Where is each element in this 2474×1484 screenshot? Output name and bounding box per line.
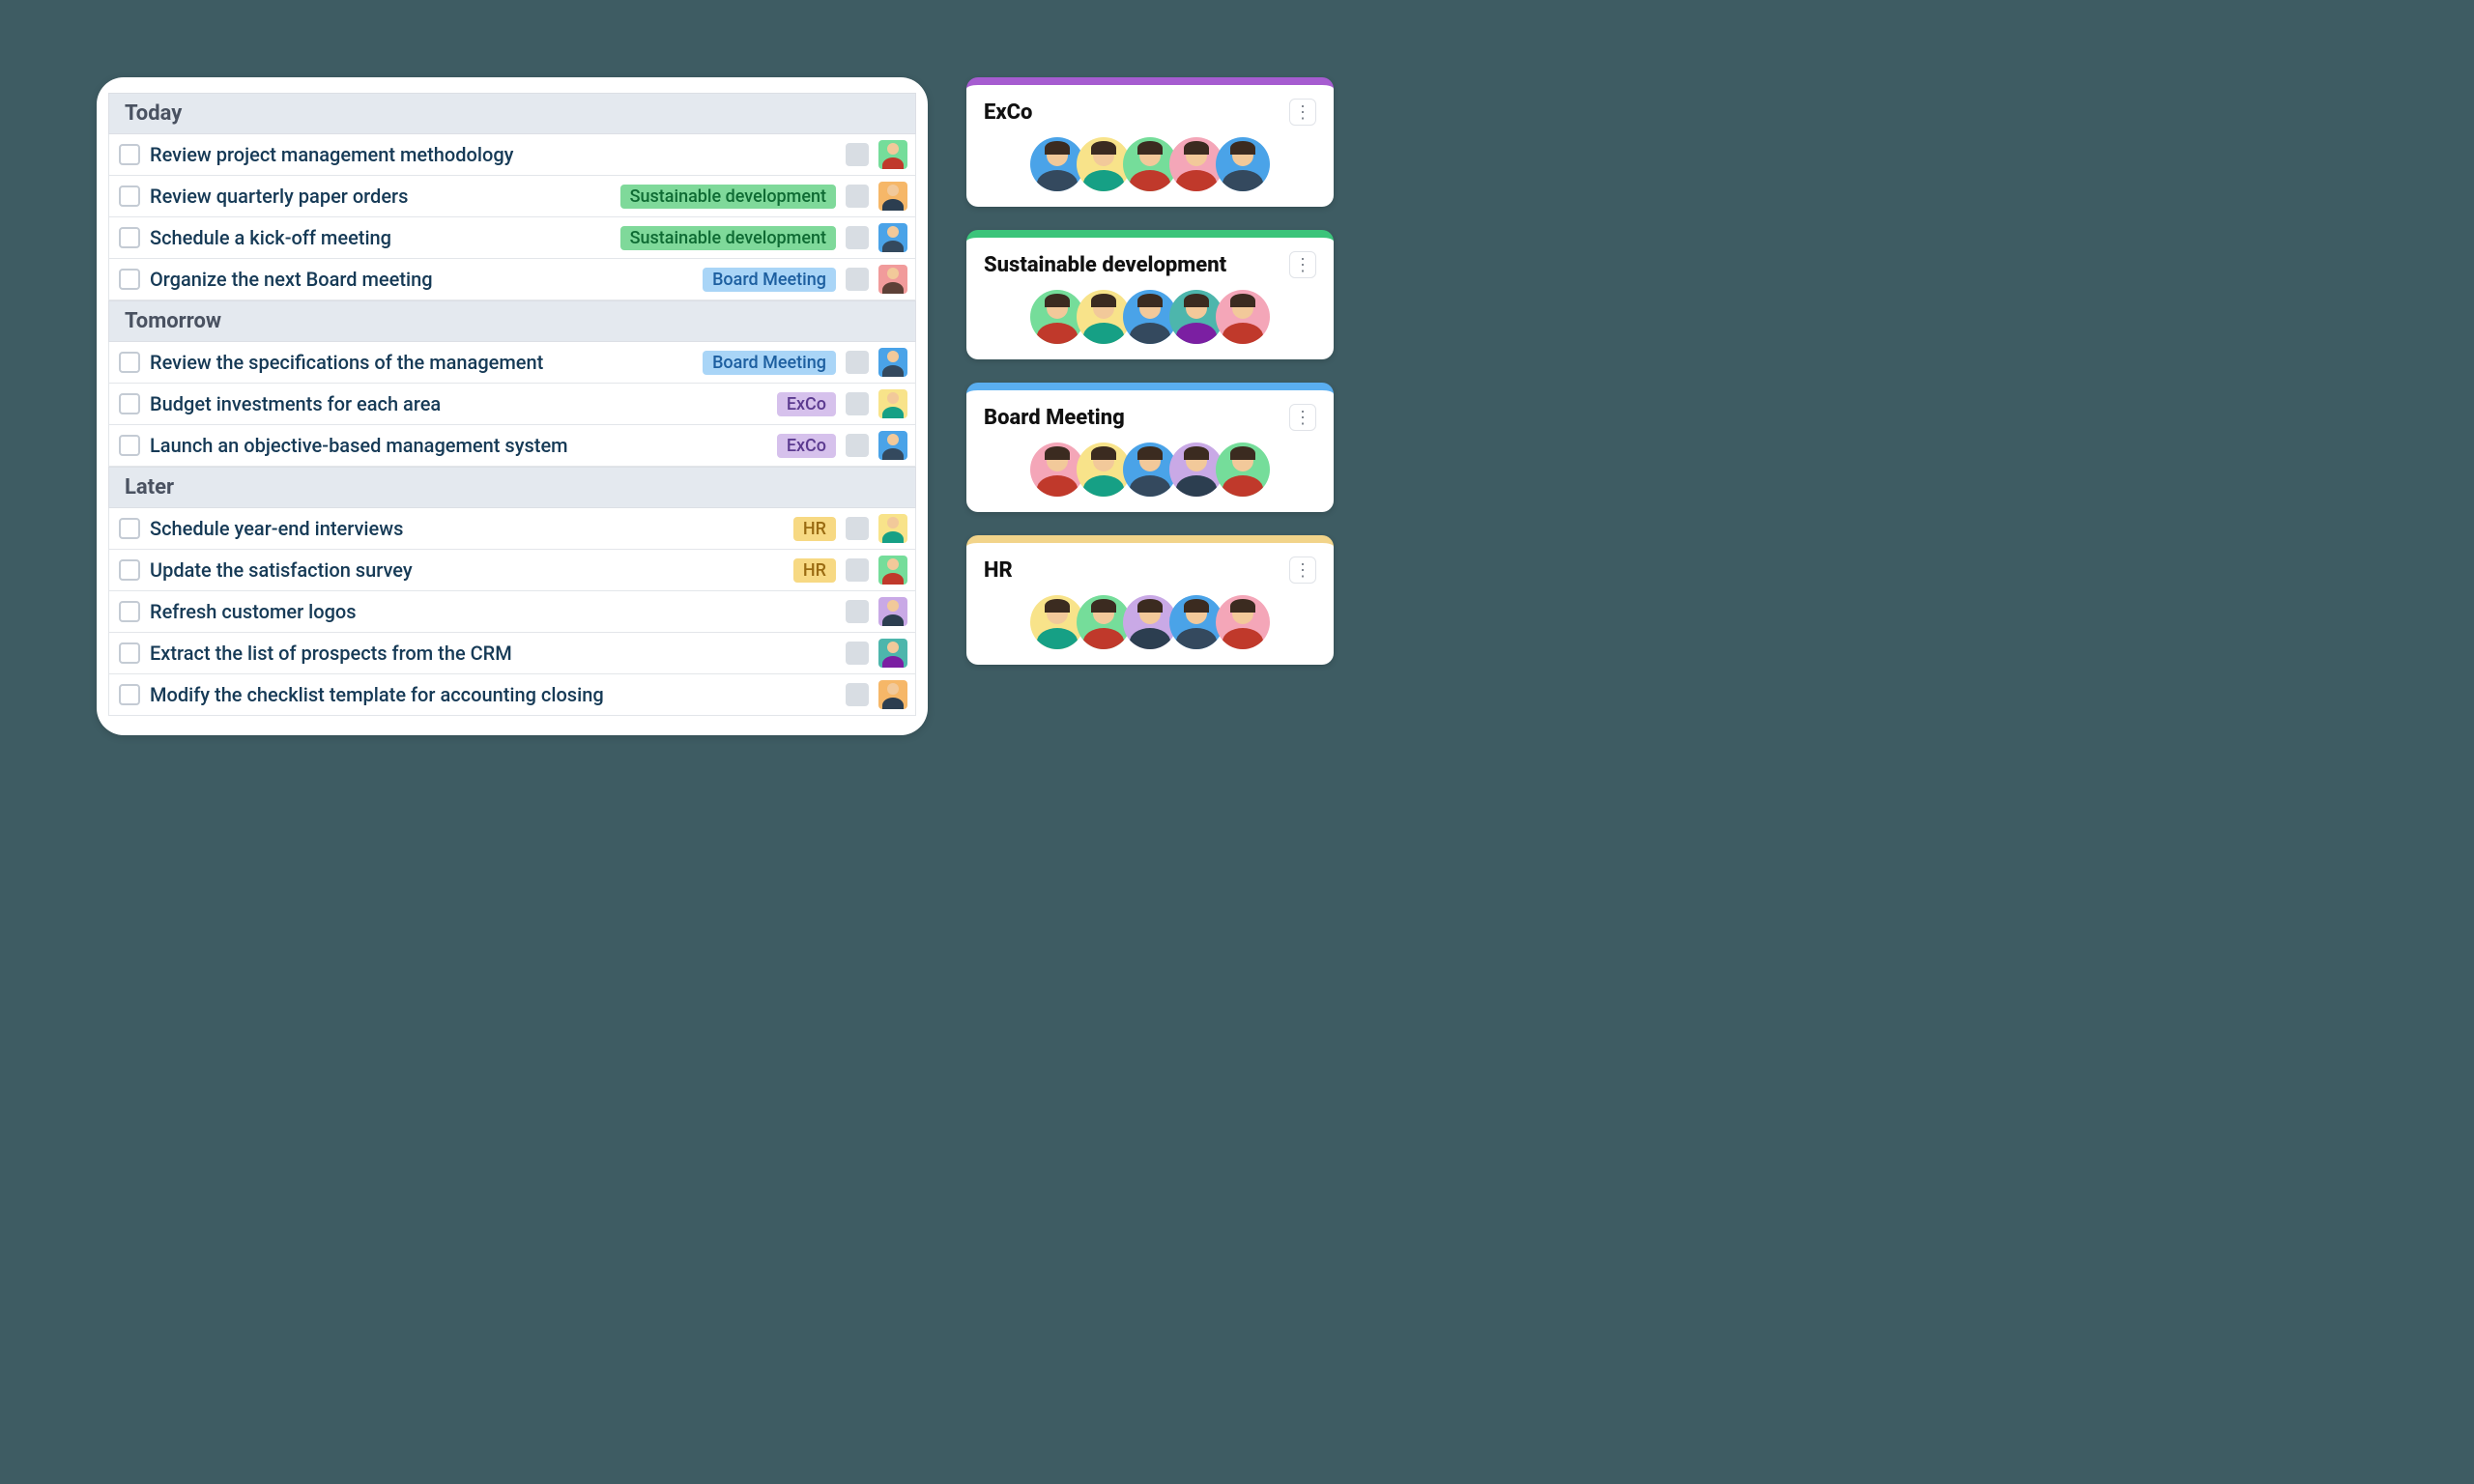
subject-members <box>984 442 1316 497</box>
task-row[interactable]: Organize the next Board meeting Board Mee… <box>108 259 916 300</box>
task-tag[interactable]: Sustainable development <box>620 185 836 209</box>
subject-members <box>984 290 1316 344</box>
task-tag[interactable]: Board Meeting <box>703 351 836 375</box>
avatar <box>1216 442 1270 497</box>
task-title: Organize the next Board meeting <box>150 268 693 291</box>
task-title: Modify the checklist template for accoun… <box>150 683 836 706</box>
task-title: Refresh customer logos <box>150 600 836 623</box>
task-row[interactable]: Budget investments for each area ExCo <box>108 384 916 425</box>
subject-title: ExCo <box>984 100 1032 125</box>
task-row[interactable]: Update the satisfaction survey HR <box>108 550 916 591</box>
subject-members <box>984 595 1316 649</box>
task-checkbox[interactable] <box>119 227 140 248</box>
avatar <box>878 597 907 626</box>
task-status-box[interactable] <box>846 517 869 540</box>
avatar <box>878 140 907 169</box>
subject-title: HR <box>984 558 1013 583</box>
task-status-box[interactable] <box>846 434 869 457</box>
task-row[interactable]: Modify the checklist template for accoun… <box>108 674 916 716</box>
task-tag[interactable]: ExCo <box>777 392 836 416</box>
task-title: Schedule year-end interviews <box>150 517 784 540</box>
avatar <box>878 680 907 709</box>
avatar <box>1216 137 1270 191</box>
section-header: Today <box>108 93 916 134</box>
task-checkbox[interactable] <box>119 269 140 290</box>
task-row[interactable]: Review the specifications of the managem… <box>108 342 916 384</box>
task-row[interactable]: Review quarterly paper orders Sustainable… <box>108 176 916 217</box>
task-row[interactable]: Schedule a kick-off meeting Sustainable d… <box>108 217 916 259</box>
task-checkbox[interactable] <box>119 601 140 622</box>
section-header: Later <box>108 467 916 508</box>
more-menu-icon[interactable]: ⋮ <box>1289 404 1316 431</box>
subject-card[interactable]: ExCo ⋮ <box>966 77 1334 207</box>
avatar <box>1216 290 1270 344</box>
task-tag[interactable]: Board Meeting <box>703 268 836 292</box>
task-status-box[interactable] <box>846 558 869 582</box>
avatar <box>1216 595 1270 649</box>
task-tag[interactable]: HR <box>793 558 836 583</box>
avatar <box>878 431 907 460</box>
avatar <box>878 514 907 543</box>
subject-title: Board Meeting <box>984 406 1125 430</box>
task-row[interactable]: Launch an objective-based management sys… <box>108 425 916 467</box>
avatar <box>878 223 907 252</box>
task-tag[interactable]: HR <box>793 517 836 541</box>
task-title: Extract the list of prospects from the C… <box>150 642 836 665</box>
task-tag[interactable]: Sustainable development <box>620 226 836 250</box>
task-checkbox[interactable] <box>119 435 140 456</box>
task-title: Review quarterly paper orders <box>150 185 611 208</box>
task-checkbox[interactable] <box>119 393 140 414</box>
task-status-box[interactable] <box>846 268 869 291</box>
task-status-box[interactable] <box>846 600 869 623</box>
task-panel: Today Review project management methodolo… <box>97 77 928 735</box>
subject-card[interactable]: Sustainable development ⋮ <box>966 230 1334 359</box>
task-status-box[interactable] <box>846 392 869 415</box>
avatar <box>878 389 907 418</box>
task-status-box[interactable] <box>846 351 869 374</box>
task-tag[interactable]: ExCo <box>777 434 836 458</box>
more-menu-icon[interactable]: ⋮ <box>1289 556 1316 584</box>
subject-members <box>984 137 1316 191</box>
task-checkbox[interactable] <box>119 352 140 373</box>
avatar <box>878 182 907 211</box>
avatar <box>878 639 907 668</box>
task-checkbox[interactable] <box>119 144 140 165</box>
task-row[interactable]: Refresh customer logos <box>108 591 916 633</box>
task-title: Review the specifications of the managem… <box>150 351 693 374</box>
avatar <box>878 348 907 377</box>
task-status-box[interactable] <box>846 683 869 706</box>
task-checkbox[interactable] <box>119 684 140 705</box>
avatar <box>878 556 907 585</box>
section-header: Tomorrow <box>108 300 916 342</box>
task-status-box[interactable] <box>846 185 869 208</box>
task-title: Launch an objective-based management sys… <box>150 434 767 457</box>
task-title: Review project management methodology <box>150 143 836 166</box>
subjects-column: ExCo⋮Sustainable development⋮Board Meeti… <box>966 77 1334 665</box>
task-row[interactable]: Review project management methodology <box>108 134 916 176</box>
subject-card[interactable]: HR ⋮ <box>966 535 1334 665</box>
task-status-box[interactable] <box>846 642 869 665</box>
more-menu-icon[interactable]: ⋮ <box>1289 251 1316 278</box>
subject-title: Sustainable development <box>984 253 1226 277</box>
task-row[interactable]: Schedule year-end interviews HR <box>108 508 916 550</box>
task-title: Schedule a kick-off meeting <box>150 226 611 249</box>
task-title: Update the satisfaction survey <box>150 558 784 582</box>
task-status-box[interactable] <box>846 226 869 249</box>
task-checkbox[interactable] <box>119 518 140 539</box>
task-checkbox[interactable] <box>119 559 140 581</box>
avatar <box>878 265 907 294</box>
subject-card[interactable]: Board Meeting ⋮ <box>966 383 1334 512</box>
task-title: Budget investments for each area <box>150 392 767 415</box>
task-checkbox[interactable] <box>119 186 140 207</box>
more-menu-icon[interactable]: ⋮ <box>1289 99 1316 126</box>
task-status-box[interactable] <box>846 143 869 166</box>
task-row[interactable]: Extract the list of prospects from the C… <box>108 633 916 674</box>
task-checkbox[interactable] <box>119 642 140 664</box>
